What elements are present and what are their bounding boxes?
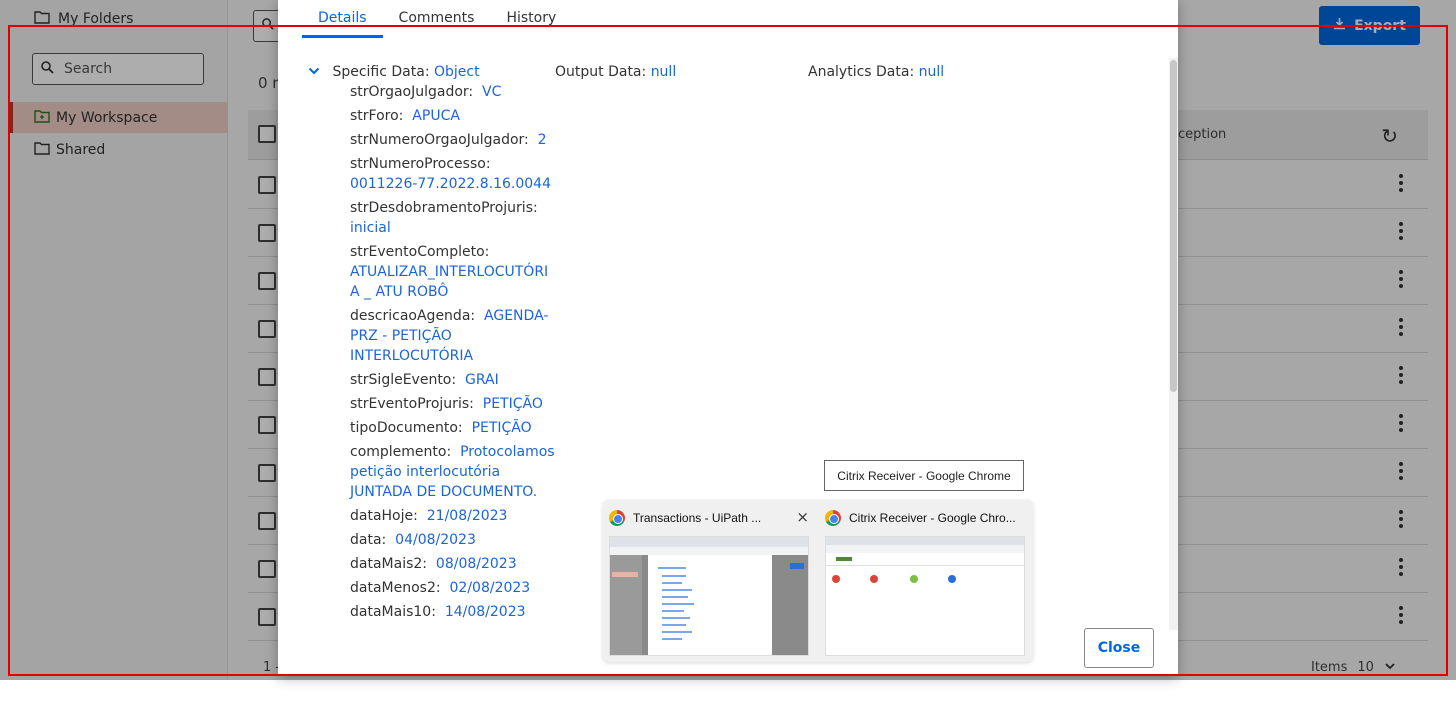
field-value: 14/08/2023 <box>444 604 526 620</box>
output-data-value: null <box>650 64 677 80</box>
chrome-icon <box>825 510 841 526</box>
field-entry: descricaoAgenda: AGENDA-PRZ - PETIÇÃO IN… <box>350 306 556 366</box>
preview-title-text: Citrix Receiver - Google Chro... <box>849 511 1016 525</box>
field-entry: strForo: APUCA <box>350 106 556 126</box>
specific-data-key: Specific Data: <box>332 64 430 80</box>
field-entry: strDesdobramentoProjuris: inicial <box>350 198 556 238</box>
specific-data-header[interactable]: Specific Data: Object <box>308 62 480 83</box>
output-data-key: Output Data: <box>555 64 647 80</box>
dialog-scrollbar[interactable] <box>1169 58 1178 630</box>
taskbar-tooltip: Citrix Receiver - Google Chrome <box>824 460 1024 491</box>
field-key: dataMais2: <box>350 556 427 572</box>
preview-title: Citrix Receiver - Google Chro... <box>825 510 1025 526</box>
field-value: ATUALIZAR_INTERLOCUTÓRIA _ ATU ROBÔ <box>350 264 549 300</box>
tab-comments[interactable]: Comments <box>383 0 491 38</box>
tab-details[interactable]: Details <box>302 0 383 38</box>
field-key: strNumeroOrgaoJulgador: <box>350 132 529 148</box>
field-entry: data: 04/08/2023 <box>350 530 556 550</box>
field-key: strNumeroProcesso: <box>350 156 491 172</box>
field-entry: strSigleEvento: GRAI <box>350 370 556 390</box>
field-entry: strNumeroProcesso: 0011226-77.2022.8.16.… <box>350 154 556 194</box>
field-value: PETIÇÃO <box>471 420 532 436</box>
field-entry: strEventoProjuris: PETIÇÃO <box>350 394 556 414</box>
field-value: 04/08/2023 <box>395 532 476 548</box>
close-icon[interactable]: × <box>796 508 809 526</box>
field-key: dataMenos2: <box>350 580 441 596</box>
field-value: GRAI <box>465 372 499 388</box>
field-key: strForo: <box>350 108 404 124</box>
field-entry: dataMais10: 14/08/2023 <box>350 602 556 622</box>
preview-title-text: Transactions - UiPath ... <box>633 511 762 525</box>
preview-thumbnail <box>825 536 1025 656</box>
analytics-data-key: Analytics Data: <box>808 64 915 80</box>
field-value: PETIÇÃO <box>482 396 543 412</box>
preview-title: Transactions - UiPath ... <box>609 510 809 526</box>
field-value: APUCA <box>412 108 460 124</box>
close-button[interactable]: Close <box>1084 628 1154 668</box>
bottom-strip <box>0 680 1456 701</box>
tab-history[interactable]: History <box>490 0 572 38</box>
field-entry: dataMenos2: 02/08/2023 <box>350 578 556 598</box>
field-entry: strOrgaoJulgador: VC <box>350 82 556 102</box>
output-data: Output Data: null <box>555 62 676 82</box>
field-value: inicial <box>350 220 391 236</box>
taskbar-previews: Transactions - UiPath ... × Citrix Recei… <box>603 500 1033 662</box>
analytics-data: Analytics Data: null <box>808 62 944 82</box>
analytics-data-value: null <box>918 64 945 80</box>
field-entry: tipoDocumento: PETIÇÃO <box>350 418 556 438</box>
field-value: 0011226-77.2022.8.16.0044 <box>350 176 551 192</box>
field-key: data: <box>350 532 387 548</box>
field-key: strSigleEvento: <box>350 372 457 388</box>
field-value: 2 <box>537 132 547 148</box>
field-key: complemento: <box>350 444 452 460</box>
field-entry: strEventoCompleto: ATUALIZAR_INTERLOCUTÓ… <box>350 242 556 302</box>
field-value: VC <box>482 84 502 100</box>
chevron-down-icon[interactable] <box>308 63 328 83</box>
field-key: strEventoCompleto: <box>350 244 490 260</box>
field-key: strEventoProjuris: <box>350 396 474 412</box>
specific-data-fields: strOrgaoJulgador: VC strForo: APUCA strNum… <box>350 82 556 626</box>
window-preview-transactions[interactable]: Transactions - UiPath ... × <box>603 500 815 662</box>
field-value: 08/08/2023 <box>435 556 517 572</box>
specific-data-value: Object <box>434 64 480 80</box>
field-entry: dataMais2: 08/08/2023 <box>350 554 556 574</box>
field-key: strOrgaoJulgador: <box>350 84 474 100</box>
field-key: dataMais10: <box>350 604 436 620</box>
field-key: dataHoje: <box>350 508 418 524</box>
chrome-icon <box>609 510 625 526</box>
field-key: strDesdobramentoProjuris: <box>350 200 538 216</box>
field-entry: strNumeroOrgaoJulgador: 2 <box>350 130 556 150</box>
scrollbar-thumb[interactable] <box>1170 60 1177 392</box>
dialog-tabs: Details Comments History <box>302 0 572 40</box>
field-value: 21/08/2023 <box>426 508 508 524</box>
field-value: 02/08/2023 <box>449 580 531 596</box>
preview-thumbnail <box>609 536 809 656</box>
window-preview-citrix[interactable]: Citrix Receiver - Google Chro... <box>819 500 1031 662</box>
field-key: descricaoAgenda: <box>350 308 476 324</box>
field-entry: complemento: Protocolamos petição interl… <box>350 442 556 502</box>
field-entry: dataHoje: 21/08/2023 <box>350 506 556 526</box>
field-key: tipoDocumento: <box>350 420 463 436</box>
